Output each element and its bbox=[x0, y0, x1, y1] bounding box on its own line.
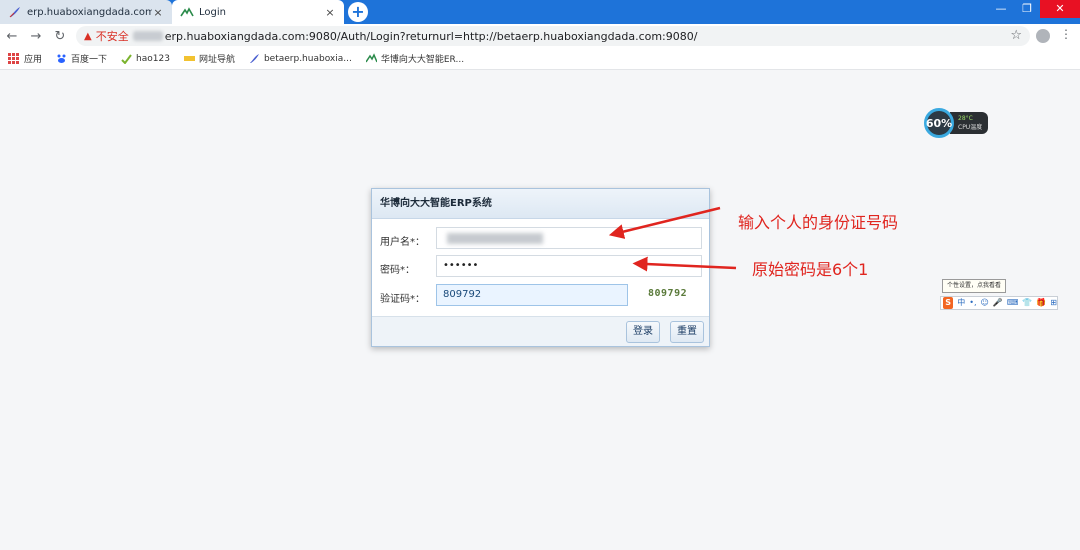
url-text[interactable]: erp.huaboxiangdada.com:9080/Auth/Login?r… bbox=[165, 30, 698, 43]
captcha-row: 验证码*： 809792 809792 bbox=[372, 284, 709, 310]
apps-grid-icon bbox=[8, 53, 19, 64]
tab-erp[interactable]: erp.huaboxiangdada.com:8080 × bbox=[0, 0, 172, 24]
bookmark-betaerp[interactable]: betaerp.huaboxia... bbox=[249, 53, 352, 64]
bookmark-hao123[interactable]: hao123 bbox=[121, 53, 170, 64]
cpu-label: CPU温度 bbox=[958, 124, 983, 131]
username-row: 用户名*： bbox=[372, 227, 709, 253]
username-annotation: 输入个人的身份证号码 bbox=[738, 213, 899, 232]
feather-icon bbox=[9, 7, 20, 18]
browser-toolbar: ← → ↻ ▲ 不安全 erp.huaboxiangdada.com:9080/… bbox=[0, 24, 1080, 48]
password-annotation: 原始密码是6个1 bbox=[752, 260, 869, 279]
hao123-icon bbox=[121, 54, 132, 64]
feather-icon bbox=[249, 54, 259, 63]
bookmark-label: 应用 bbox=[24, 55, 43, 65]
username-input[interactable] bbox=[436, 227, 702, 249]
ime-tooltip: 个性设置，点我看看 bbox=[942, 279, 1007, 293]
ime-chinese-mode[interactable]: 中 bbox=[957, 297, 965, 309]
username-label: 用户名*： bbox=[380, 237, 425, 248]
back-button[interactable]: ← bbox=[0, 29, 24, 44]
nav-site-icon bbox=[183, 56, 195, 61]
redacted-text bbox=[132, 31, 163, 41]
mountain-icon bbox=[180, 7, 194, 17]
profile-avatar-icon[interactable] bbox=[1036, 29, 1050, 43]
reload-button[interactable]: ↻ bbox=[48, 29, 72, 44]
cpu-usage-gauge: 60% bbox=[924, 108, 954, 138]
tab-title: erp.huaboxiangdada.com:8080 bbox=[27, 6, 152, 18]
close-icon[interactable]: × bbox=[324, 6, 336, 19]
browser-menu-icon[interactable]: ⋮ bbox=[1060, 27, 1072, 41]
close-icon[interactable]: × bbox=[152, 6, 164, 19]
window-close-button[interactable]: ✕ bbox=[1040, 0, 1080, 18]
reset-button[interactable]: 重置 bbox=[670, 321, 704, 343]
address-bar[interactable]: ▲ 不安全 erp.huaboxiangdada.com:9080/Auth/L… bbox=[76, 26, 1030, 46]
bookmark-label: hao123 bbox=[136, 53, 170, 64]
minimize-button[interactable]: — bbox=[988, 0, 1014, 18]
ime-toolbar[interactable]: S 中 •, ☺ 🎤 ⌨ 👕 🎁 ⊞ bbox=[940, 296, 1058, 310]
bookmark-label: 华博向大大智能ER... bbox=[380, 55, 465, 65]
new-tab-button[interactable]: + bbox=[348, 2, 368, 22]
dialog-title: 华博向大大智能ERP系统 bbox=[372, 189, 709, 219]
login-dialog: 华博向大大智能ERP系统 用户名*： 密码*： •••••• 验证码*： 809… bbox=[371, 188, 710, 347]
login-button[interactable]: 登录 bbox=[626, 321, 660, 343]
dialog-footer: 登录 重置 bbox=[372, 316, 709, 346]
bookmarks-bar: 应用 百度一下 hao123 网址导航 betaerp.huaboxia... … bbox=[0, 48, 1080, 70]
ime-keyboard-icon[interactable]: ⌨ bbox=[1007, 297, 1019, 309]
bookmark-huabo-erp[interactable]: 华博向大大智能ER... bbox=[365, 52, 465, 65]
bookmark-apps[interactable]: 应用 bbox=[8, 52, 42, 65]
bookmark-nav-site[interactable]: 网址导航 bbox=[183, 52, 235, 65]
warning-icon[interactable]: ▲ bbox=[84, 31, 92, 42]
bookmark-label: betaerp.huaboxia... bbox=[263, 53, 352, 64]
mountain-icon bbox=[365, 53, 377, 63]
maximize-button[interactable]: ❐ bbox=[1014, 0, 1040, 18]
forward-button[interactable]: → bbox=[24, 29, 48, 44]
tab-login[interactable]: Login × bbox=[172, 0, 344, 24]
sogou-logo-icon[interactable]: S bbox=[943, 297, 954, 309]
bookmark-star-icon[interactable]: ☆ bbox=[1010, 28, 1022, 43]
ime-voice-icon[interactable]: 🎤 bbox=[993, 297, 1003, 309]
security-status[interactable]: 不安全 bbox=[96, 28, 129, 44]
cpu-temp-panel: 28°C CPU温度 bbox=[950, 112, 989, 134]
baidu-icon bbox=[57, 54, 66, 63]
ime-emoji-icon[interactable]: ☺ bbox=[981, 297, 989, 309]
password-label: 密码*： bbox=[380, 265, 415, 276]
tab-title: Login bbox=[199, 6, 226, 18]
captcha-label: 验证码*： bbox=[380, 294, 425, 305]
password-input[interactable]: •••••• bbox=[436, 255, 702, 277]
bookmark-baidu[interactable]: 百度一下 bbox=[56, 52, 107, 65]
captcha-image[interactable]: 809792 bbox=[648, 288, 687, 299]
ime-toolbox-icon[interactable]: ⊞ bbox=[1050, 297, 1057, 309]
password-row: 密码*： •••••• bbox=[372, 255, 709, 281]
bookmark-label: 百度一下 bbox=[71, 55, 108, 65]
captcha-input[interactable]: 809792 bbox=[436, 284, 628, 306]
cpu-monitor-widget[interactable]: 60% 28°C CPU温度 bbox=[924, 108, 989, 138]
ime-skin-icon[interactable]: 👕 bbox=[1022, 297, 1032, 309]
ime-punctuation-icon[interactable]: •, bbox=[969, 297, 976, 309]
ime-gift-icon[interactable]: 🎁 bbox=[1036, 297, 1046, 309]
cpu-temperature: 28°C bbox=[958, 115, 973, 122]
window-controls: — ❐ ✕ bbox=[988, 0, 1080, 18]
browser-tabstrip: erp.huaboxiangdada.com:8080 × Login × + … bbox=[0, 0, 1080, 24]
bookmark-label: 网址导航 bbox=[198, 55, 235, 65]
